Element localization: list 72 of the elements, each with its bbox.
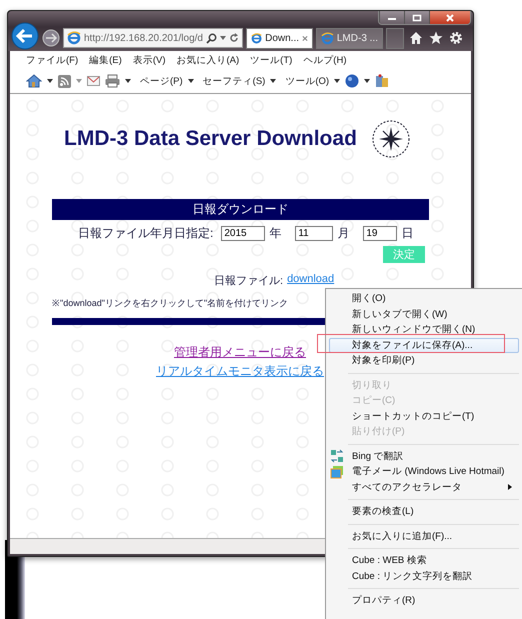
forward-button[interactable] xyxy=(42,29,60,47)
caret-icon[interactable] xyxy=(270,79,276,83)
browser-tab[interactable]: LMD-3 ... xyxy=(316,28,383,48)
menu-item[interactable]: 編集(E) xyxy=(89,54,122,66)
printer-icon[interactable] xyxy=(105,74,120,88)
input-field[interactable]: 2015 xyxy=(221,226,266,240)
ie-icon xyxy=(321,32,334,44)
caret-icon[interactable] xyxy=(47,79,53,83)
settings-icon[interactable] xyxy=(449,31,463,45)
context-menu-item[interactable]: プロパティ(R) xyxy=(329,593,519,608)
download-link[interactable]: download xyxy=(287,273,334,288)
research-icon[interactable] xyxy=(375,74,390,88)
address-bar[interactable]: http://192.168.20.201/log/d xyxy=(63,28,243,48)
caret-icon[interactable] xyxy=(334,79,340,83)
input-field[interactable]: 11 xyxy=(295,226,334,240)
input-field[interactable]: 19 xyxy=(363,226,398,240)
search-icon[interactable] xyxy=(206,32,217,44)
browser-tab[interactable]: Down... xyxy=(246,28,313,48)
context-menu-item[interactable]: 対象をファイルに保存(A)... xyxy=(329,338,519,353)
close-icon[interactable] xyxy=(302,34,308,42)
maximize-icon xyxy=(412,14,422,22)
star-icon[interactable] xyxy=(429,31,443,45)
back-button[interactable] xyxy=(11,22,39,50)
section-header: 日報ダウンロード xyxy=(52,199,429,220)
translate-icon xyxy=(330,449,344,464)
unit-label: 日 xyxy=(401,224,414,242)
menu-item[interactable]: 表示(V) xyxy=(132,54,166,66)
command-menu-button[interactable]: セーフティ(S) xyxy=(202,74,266,88)
help-icon[interactable] xyxy=(345,74,360,88)
context-menu-item[interactable]: Bing で翻訳 xyxy=(329,448,519,464)
mail-icon xyxy=(330,464,344,479)
home-icon[interactable] xyxy=(26,74,42,88)
dropdown-icon[interactable] xyxy=(220,36,226,40)
maximize-button[interactable] xyxy=(404,11,429,24)
company-logo-drawing xyxy=(370,119,411,159)
menu-item[interactable]: お気に入り(A) xyxy=(176,54,240,66)
mail-icon[interactable] xyxy=(87,76,100,86)
caret-icon[interactable] xyxy=(364,79,370,83)
page-link[interactable]: 管理者用メニューに戻る xyxy=(174,343,306,362)
unit-label: 年 xyxy=(269,224,282,242)
file-label: 日報ファイル: xyxy=(214,274,284,288)
context-menu-item[interactable]: 新しいタブで開く(W) xyxy=(329,306,519,322)
context-menu-item[interactable]: すべてのアクセラレータ xyxy=(329,480,519,495)
caret-icon[interactable] xyxy=(188,79,194,83)
date-label: 日報ファイル年月日指定: xyxy=(78,224,214,242)
menu-item[interactable]: ヘルプ(H) xyxy=(303,54,346,66)
minimize-button[interactable] xyxy=(379,11,404,24)
close-icon xyxy=(445,14,455,22)
refresh-icon[interactable] xyxy=(229,33,239,43)
command-menu-button[interactable]: ツール(O) xyxy=(285,74,330,88)
menu-item[interactable]: ツール(T) xyxy=(250,54,292,66)
context-menu-item[interactable]: ショートカットのコピー(T) xyxy=(329,408,519,424)
feed-icon[interactable] xyxy=(58,74,71,88)
menu-item[interactable]: ファイル(F) xyxy=(26,54,78,66)
context-menu-item[interactable]: 電子メール (Windows Live Hotmail) xyxy=(329,464,519,480)
ie-icon xyxy=(67,31,81,45)
page-title: LMD-3 Data Server Download xyxy=(64,127,357,151)
context-menu-item[interactable]: Cube : リンク文字列を翻訳 xyxy=(329,568,519,584)
home-icon[interactable] xyxy=(409,31,423,45)
note-text: ※"download"リンクを右クリックして"名前を付けてリンク xyxy=(52,297,288,310)
context-menu-item[interactable]: お気に入りに追加(F)... xyxy=(329,528,519,544)
close-button[interactable] xyxy=(429,11,470,24)
context-menu-item[interactable]: 新しいウィンドウで開く(N) xyxy=(329,322,519,338)
ie-icon xyxy=(251,32,262,44)
context-menu-item[interactable]: 開く(O) xyxy=(329,291,519,306)
context-menu-item[interactable]: Cube : WEB 検索 xyxy=(329,553,519,568)
page-link[interactable]: リアルタイムモニタ表示に戻る xyxy=(156,362,324,381)
caret-icon[interactable] xyxy=(125,79,131,83)
context-menu-item[interactable]: 要素の検査(L) xyxy=(329,504,519,520)
unit-label: 月 xyxy=(337,224,350,242)
command-menu-button[interactable]: ページ(P) xyxy=(140,74,183,88)
context-menu-item[interactable]: 対象を印刷(P) xyxy=(329,353,519,368)
